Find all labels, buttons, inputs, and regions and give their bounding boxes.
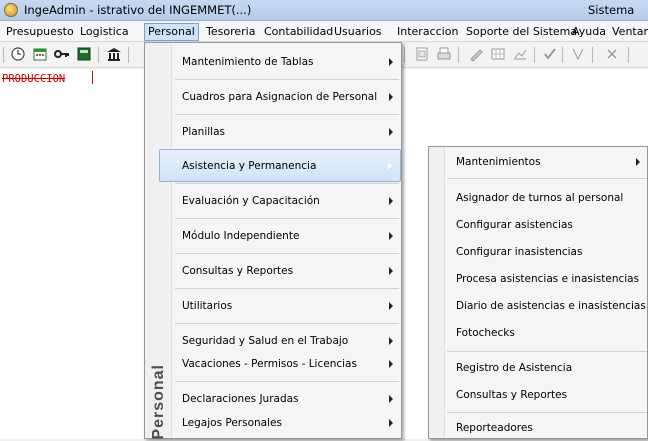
close-icon[interactable] (604, 46, 620, 62)
chevron-right-icon (389, 127, 393, 136)
chevron-right-icon (389, 231, 393, 240)
submenu-item-mantenimientos[interactable]: Mantenimientos (430, 149, 648, 175)
submenu-item-registro-asistencia[interactable]: Registro de Asistencia (430, 355, 648, 381)
menu-item-vacaciones-permisos[interactable]: Vacaciones - Permisos - Licencias (146, 347, 401, 380)
chevron-right-icon (636, 158, 640, 166)
environment-label: PRODUCCION (2, 73, 66, 85)
menu-contabilidad[interactable]: Contabilidad (264, 24, 333, 40)
menu-item-asistencia-permanencia[interactable]: Asistencia y Permanencia (159, 149, 401, 182)
window-title: IngeAdmin - istrativo del INGEMMET(...) (24, 3, 252, 17)
clock-icon[interactable] (10, 46, 26, 62)
menu-tesoreria[interactable]: Tesoreria (206, 24, 255, 40)
printer-icon[interactable] (436, 46, 452, 62)
chevron-right-icon (388, 161, 392, 170)
menu-bar: Presupuesto Logistica Personal Tesoreria… (0, 22, 648, 42)
pen-icon[interactable] (468, 46, 484, 62)
print-preview-icon[interactable] (414, 46, 430, 62)
submenu-item-fotochecks[interactable]: Fotochecks (430, 320, 648, 346)
grid-icon[interactable] (490, 46, 506, 62)
chevron-right-icon (389, 394, 393, 403)
chevron-right-icon (389, 418, 393, 427)
chevron-right-icon (389, 301, 393, 310)
app-icon (4, 3, 18, 17)
key-icon[interactable] (54, 46, 70, 62)
chevron-right-icon (389, 57, 393, 66)
window-title-right: Sistema (588, 3, 635, 17)
menu-item-evaluacion-capacitacion[interactable]: Evaluación y Capacitación (146, 184, 401, 217)
menu-item-utilitarios[interactable]: Utilitarios (146, 289, 401, 322)
text-caret (92, 71, 93, 84)
menu-personal[interactable]: Personal (144, 23, 199, 41)
submenu-item-asignador-turnos[interactable]: Asignador de turnos al personal (430, 185, 648, 211)
menu-item-mantenimiento-tablas[interactable]: Mantenimiento de Tablas (146, 45, 401, 78)
submenu-item-configurar-asistencias[interactable]: Configurar asistencias (430, 212, 648, 238)
check-icon[interactable] (542, 46, 558, 62)
menu-item-legajos-personales[interactable]: Legajos Personales (146, 406, 401, 439)
chevron-right-icon (389, 359, 393, 368)
submenu-item-reporteadores[interactable]: Reporteadores (430, 415, 648, 441)
submenu-item-configurar-inasistencias[interactable]: Configurar inasistencias (430, 239, 648, 265)
submenu-item-diario-asistencias[interactable]: Diario de asistencias e inasistencias (430, 293, 648, 319)
menu-ventana[interactable]: Ventan (612, 24, 648, 40)
menu-logistica[interactable]: Logistica (80, 24, 129, 40)
chevron-right-icon (389, 92, 393, 101)
menu-interaccion[interactable]: Interaccion (397, 24, 458, 40)
calendar-icon[interactable] (32, 46, 48, 62)
filter-icon[interactable] (570, 46, 586, 62)
menu-item-planillas[interactable]: Planillas (146, 115, 401, 148)
chevron-right-icon (389, 266, 393, 275)
chevron-right-icon (389, 336, 393, 345)
title-bar: IngeAdmin - istrativo del INGEMMET(...) … (0, 0, 648, 21)
chart-icon[interactable] (512, 46, 528, 62)
menu-item-consultas-reportes[interactable]: Consultas y Reportes (146, 254, 401, 287)
personal-menu: Personal Mantenimiento de Tablas Cuadros… (144, 42, 402, 440)
asistencia-submenu: Mantenimientos Asignador de turnos al pe… (428, 146, 648, 439)
menu-presupuesto[interactable]: Presupuesto (6, 24, 74, 40)
chevron-right-icon (389, 196, 393, 205)
menu-soporte[interactable]: Soporte del Sistema (466, 24, 577, 40)
building-icon[interactable] (106, 46, 122, 62)
menu-ayuda[interactable]: Ayuda (572, 24, 606, 40)
calculator-icon[interactable] (76, 46, 92, 62)
menu-item-cuadros-asignacion[interactable]: Cuadros para Asignacion de Personal (146, 80, 401, 113)
submenu-item-consultas-reportes[interactable]: Consultas y Reportes (430, 382, 648, 408)
submenu-item-procesa-asistencias[interactable]: Procesa asistencias e inasistencias (430, 266, 648, 292)
menu-item-modulo-independiente[interactable]: Módulo Independiente (146, 219, 401, 252)
menu-usuarios[interactable]: Usuarios (334, 24, 382, 40)
